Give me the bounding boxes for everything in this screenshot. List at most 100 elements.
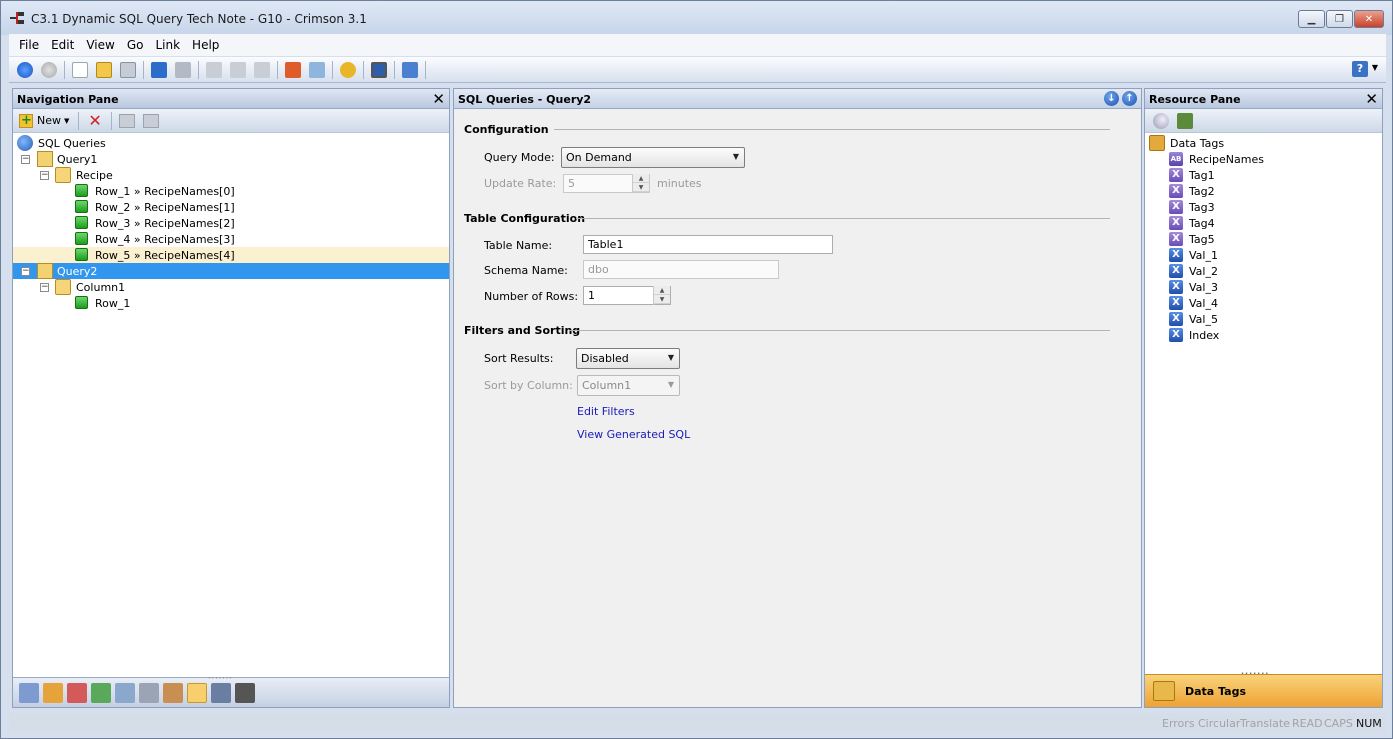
tag-item[interactable]: X Tag3: [1145, 199, 1382, 215]
number-of-rows-label: Number of Rows:: [484, 290, 579, 303]
back-icon[interactable]: [17, 61, 33, 78]
close-icon[interactable]: ✕: [432, 90, 445, 108]
menu-go[interactable]: Go: [127, 38, 144, 52]
sort-by-column-label: Sort by Column:: [484, 379, 573, 392]
sort-by-column-select[interactable]: Column1: [577, 375, 680, 396]
display-pages-icon[interactable]: [67, 682, 87, 703]
tag-icon: X: [1169, 264, 1183, 278]
sort-results-select[interactable]: Disabled: [576, 348, 680, 369]
resource-category-data-tags[interactable]: ······· Data Tags: [1145, 669, 1382, 707]
toolbar-separator: [198, 60, 199, 79]
tag-item[interactable]: X Tag4: [1145, 215, 1382, 231]
help-dropdown-icon[interactable]: ▼: [1372, 63, 1378, 72]
tag-item[interactable]: X Val_4: [1145, 295, 1382, 311]
save-icon[interactable]: [120, 61, 136, 78]
tree-item-query1[interactable]: − Query1: [13, 151, 449, 167]
edit-filters-link[interactable]: Edit Filters: [577, 405, 635, 418]
sql-queries-category-icon[interactable]: [187, 682, 207, 703]
wand-icon[interactable]: [402, 61, 418, 78]
tag-item[interactable]: X Tag2: [1145, 183, 1382, 199]
close-button[interactable]: ✕: [1354, 10, 1384, 28]
view-generated-sql-link[interactable]: View Generated SQL: [577, 428, 690, 441]
maximize-button[interactable]: ❐: [1326, 10, 1353, 28]
tag-icon: X: [1169, 328, 1183, 342]
tree-item-query2[interactable]: − Query2: [13, 263, 449, 279]
monitor-icon[interactable]: [371, 61, 387, 78]
sql-sync-icon[interactable]: [211, 682, 231, 703]
tag-item[interactable]: X Tag1: [1145, 167, 1382, 183]
tree-label: Column1: [76, 280, 126, 294]
collapse-icon[interactable]: −: [40, 282, 49, 292]
toolbar-separator: [425, 60, 426, 79]
programs-icon[interactable]: [91, 682, 111, 703]
tag-item[interactable]: X Tag5: [1145, 231, 1382, 247]
update-rate-spinner[interactable]: ▲ ▼: [632, 174, 649, 193]
close-icon[interactable]: ✕: [1365, 90, 1378, 108]
menu-link[interactable]: Link: [155, 38, 180, 52]
collapse-icon[interactable]: −: [40, 170, 49, 180]
collapse-icon[interactable]: −: [21, 266, 30, 276]
control-icon[interactable]: [235, 682, 255, 703]
communications-icon[interactable]: [19, 682, 39, 703]
tag-name: Tag4: [1189, 216, 1215, 230]
table-name-input[interactable]: Table1: [583, 235, 833, 254]
delete-icon[interactable]: ✕: [88, 111, 101, 130]
tag-item[interactable]: X Val_3: [1145, 279, 1382, 295]
schema-name-label: Schema Name:: [484, 264, 568, 277]
help-icon[interactable]: ?: [1352, 61, 1368, 77]
open-folder-icon[interactable]: [96, 61, 112, 78]
tree-item-row[interactable]: Row_1 » RecipeNames[0]: [13, 183, 449, 199]
app-window: C3.1 Dynamic SQL Query Tech Note - G10 -…: [0, 0, 1393, 739]
select-all-icon[interactable]: [285, 61, 301, 78]
tree-item-row[interactable]: Row_1: [13, 295, 449, 311]
tree-item-recipe[interactable]: − Recipe: [13, 167, 449, 183]
status-bar: Errors Circular Translate READ CAPS NUM: [9, 713, 1386, 733]
splitter-grip[interactable]: ·······: [1241, 669, 1269, 678]
previous-item-icon[interactable]: ↑: [1122, 91, 1137, 106]
collapse-icon[interactable]: −: [21, 154, 30, 164]
copy-icon[interactable]: [230, 61, 246, 78]
schema-name-input[interactable]: dbo: [583, 260, 779, 279]
tree-item-row[interactable]: Row_2 » RecipeNames[1]: [13, 199, 449, 215]
menu-edit[interactable]: Edit: [51, 38, 74, 52]
undo-icon[interactable]: [151, 61, 167, 78]
move-up-icon[interactable]: [118, 113, 135, 128]
move-down-icon[interactable]: [142, 113, 159, 128]
resource-tree: Data Tags AB RecipeNames X Tag1 X Tag2 X…: [1145, 133, 1382, 668]
new-file-icon[interactable]: [72, 61, 88, 78]
minimize-button[interactable]: ▁: [1298, 10, 1325, 28]
tree-item-sql-queries[interactable]: SQL Queries: [13, 135, 449, 151]
forward-icon[interactable]: [41, 61, 57, 78]
menu-view[interactable]: View: [86, 38, 114, 52]
tag-item[interactable]: AB RecipeNames: [1145, 151, 1382, 167]
tag-item[interactable]: X Index: [1145, 327, 1382, 343]
tag-item[interactable]: X Val_1: [1145, 247, 1382, 263]
find-icon[interactable]: [309, 61, 325, 78]
tree-item-row[interactable]: Row_5 » RecipeNames[4]: [13, 247, 449, 263]
search-icon[interactable]: [1153, 112, 1169, 129]
new-button[interactable]: New ▼: [19, 113, 69, 128]
tree-item-data-tags[interactable]: Data Tags: [1145, 135, 1382, 151]
menu-help[interactable]: Help: [192, 38, 219, 52]
paste-icon[interactable]: [254, 61, 270, 78]
menu-file[interactable]: File: [19, 38, 39, 52]
number-of-rows-spinner[interactable]: ▲ ▼: [653, 286, 670, 305]
tree-item-column1[interactable]: − Column1: [13, 279, 449, 295]
tree-item-row[interactable]: Row_3 » RecipeNames[2]: [13, 215, 449, 231]
next-item-icon[interactable]: ↓: [1104, 91, 1119, 106]
toolbar-separator: [110, 111, 112, 130]
query-mode-select[interactable]: On Demand: [561, 147, 745, 168]
tree-item-row[interactable]: Row_4 » RecipeNames[3]: [13, 231, 449, 247]
tag-item[interactable]: X Val_5: [1145, 311, 1382, 327]
splitter-grip[interactable]: ·······: [208, 674, 233, 683]
tree-view-icon[interactable]: [1177, 112, 1193, 129]
transfer-icon[interactable]: [340, 61, 356, 78]
security-icon[interactable]: [163, 682, 183, 703]
tag-item[interactable]: X Val_2: [1145, 263, 1382, 279]
data-logger-icon[interactable]: [139, 682, 159, 703]
cut-icon[interactable]: [206, 61, 222, 78]
redo-icon[interactable]: [175, 61, 191, 78]
new-button-label: New: [37, 114, 61, 127]
data-tags-icon[interactable]: [43, 682, 63, 703]
web-server-icon[interactable]: [115, 682, 135, 703]
